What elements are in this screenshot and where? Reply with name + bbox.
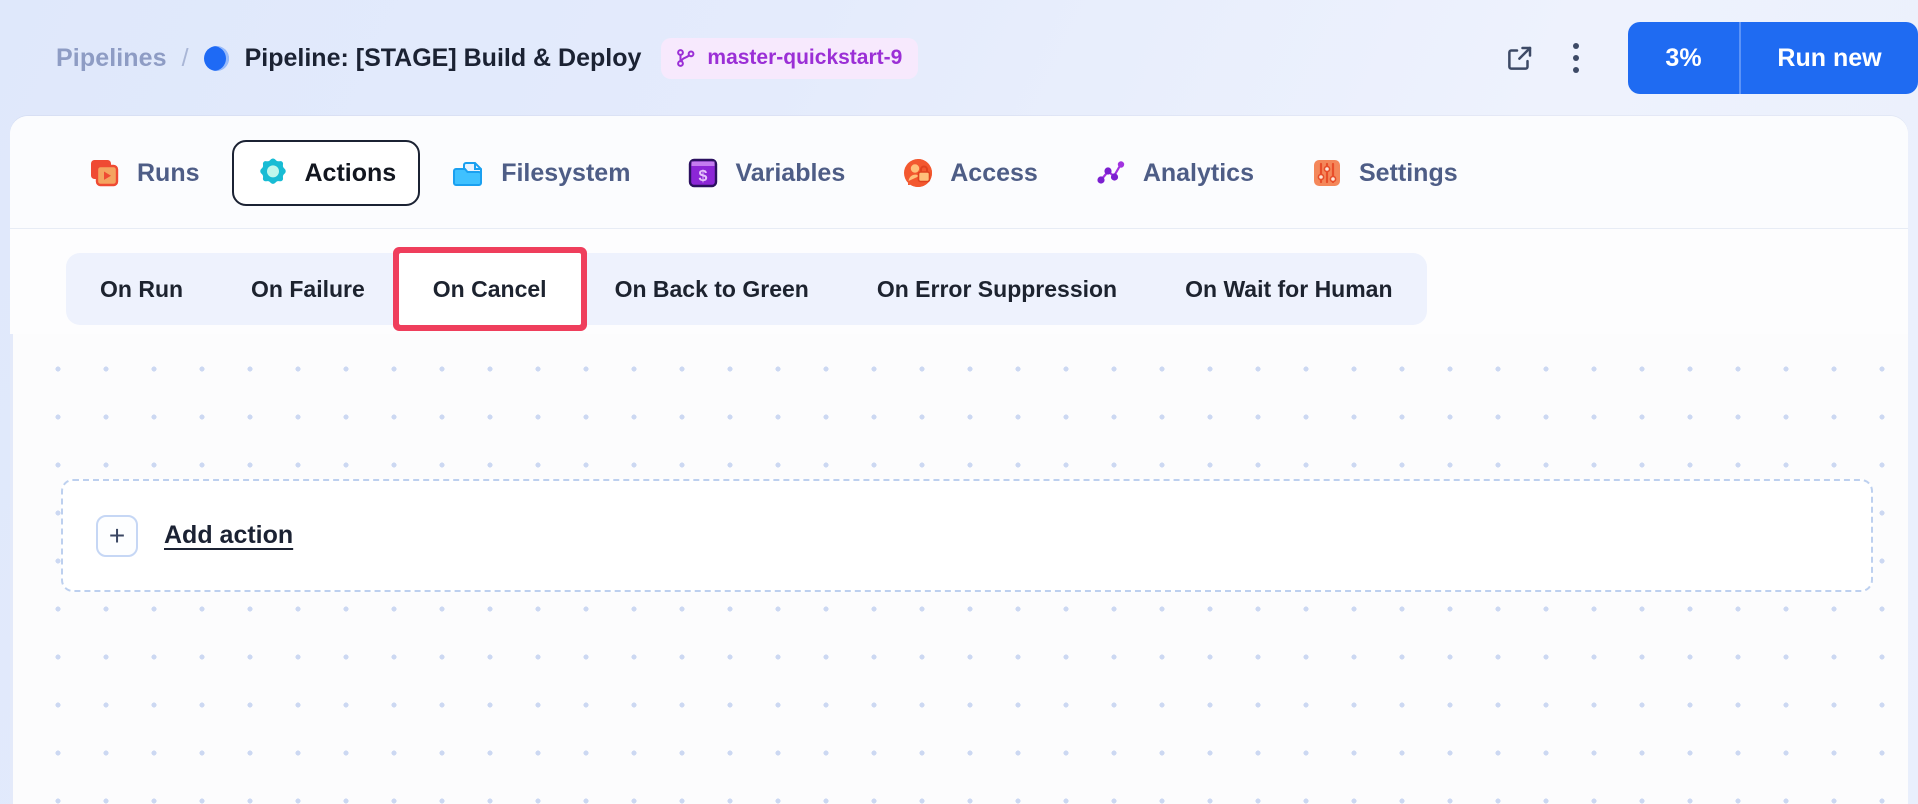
subtab-on-run[interactable]: On Run — [66, 253, 217, 325]
subtab-on-cancel[interactable]: On Cancel — [398, 253, 581, 325]
run-button-group: 3% Run new — [1628, 22, 1918, 94]
external-link-icon[interactable] — [1492, 30, 1548, 86]
tab-runs[interactable]: Runs — [64, 140, 224, 206]
settings-sliders-icon — [1310, 156, 1344, 190]
tab-label: Actions — [304, 158, 397, 187]
variables-dollar-icon: $ — [686, 156, 720, 190]
subtab-bar-row: On Run On Failure On Cancel On Back to G… — [10, 229, 1908, 348]
subtab-on-error-suppression[interactable]: On Error Suppression — [843, 253, 1151, 325]
tab-label: Variables — [735, 158, 846, 187]
tab-settings[interactable]: Settings — [1286, 140, 1482, 206]
svg-text:$: $ — [699, 168, 708, 185]
analytics-nodes-icon — [1094, 156, 1128, 190]
action-canvas[interactable]: + Add action — [10, 334, 1908, 804]
runs-icon — [88, 156, 122, 190]
app-window: Pipelines / Pipeline: [STAGE] Build & De… — [0, 0, 1918, 804]
tab-label: Settings — [1359, 158, 1458, 187]
actions-gear-icon — [256, 156, 290, 190]
breadcrumb-separator: / — [181, 43, 189, 72]
kebab-menu-icon[interactable] — [1548, 30, 1604, 86]
run-progress-badge[interactable]: 3% — [1628, 22, 1741, 94]
subtab-on-back-to-green[interactable]: On Back to Green — [581, 253, 843, 325]
header-actions: 3% Run new — [1492, 22, 1918, 94]
breadcrumb-root-link[interactable]: Pipelines — [56, 44, 167, 73]
breadcrumb: Pipelines / Pipeline: [STAGE] Build & De… — [56, 37, 1492, 79]
pipeline-status-dot-icon — [203, 45, 229, 71]
subtab-bar: On Run On Failure On Cancel On Back to G… — [66, 253, 1427, 325]
add-action-link[interactable]: Add action — [164, 521, 293, 550]
tab-variables[interactable]: $ Variables — [662, 140, 869, 206]
tab-label: Analytics — [1142, 158, 1254, 187]
content-card: Runs Actions Filesystem $ Variables Acce… — [10, 116, 1908, 804]
filesystem-folder-icon — [452, 156, 486, 190]
branch-badge[interactable]: master-quickstart-9 — [661, 37, 919, 79]
tab-actions[interactable]: Actions — [231, 140, 421, 206]
subtab-on-failure[interactable]: On Failure — [217, 253, 399, 325]
tab-filesystem[interactable]: Filesystem — [428, 140, 654, 206]
kebab-dots — [1573, 43, 1579, 73]
add-action-panel[interactable]: + Add action — [61, 479, 1873, 592]
tab-label: Access — [950, 158, 1038, 187]
page-header: Pipelines / Pipeline: [STAGE] Build & De… — [0, 0, 1918, 116]
git-branch-icon — [675, 47, 697, 69]
add-action-plus-button[interactable]: + — [96, 514, 138, 557]
main-tab-bar: Runs Actions Filesystem $ Variables Acce… — [10, 116, 1908, 229]
subtab-on-wait-for-human[interactable]: On Wait for Human — [1151, 253, 1426, 325]
tab-access[interactable]: Access — [877, 140, 1062, 206]
tab-label: Runs — [137, 158, 200, 187]
page-title: Pipeline: [STAGE] Build & Deploy — [244, 43, 642, 72]
access-lock-icon — [901, 156, 935, 190]
run-new-button[interactable]: Run new — [1741, 22, 1918, 94]
tab-analytics[interactable]: Analytics — [1070, 140, 1278, 206]
branch-label: master-quickstart-9 — [707, 45, 903, 69]
tab-label: Filesystem — [501, 158, 631, 187]
